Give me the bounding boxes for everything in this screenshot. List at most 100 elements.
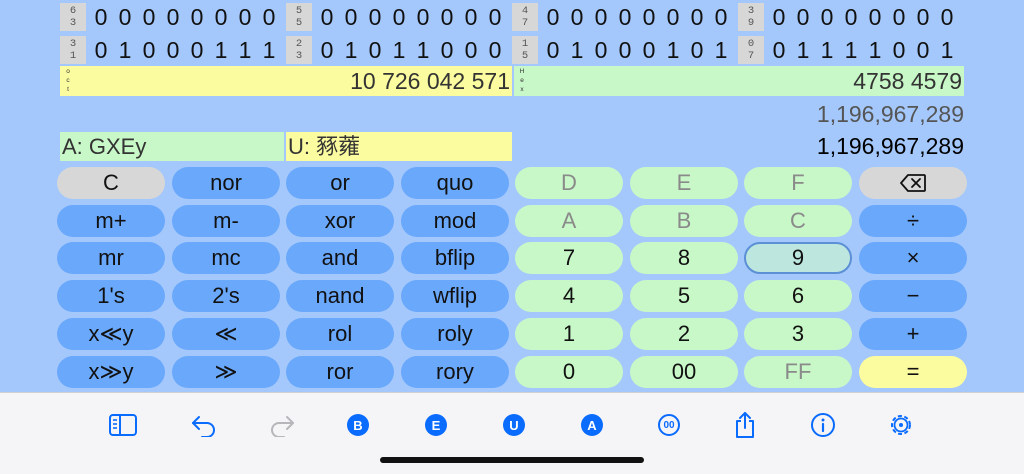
shift-right-button[interactable]: ≫ <box>172 356 280 388</box>
bit[interactable]: 1 <box>412 35 434 65</box>
bit[interactable]: 0 <box>460 2 482 32</box>
bit[interactable]: 0 <box>460 35 482 65</box>
bit[interactable]: 0 <box>768 35 790 65</box>
digit-9-button[interactable]: 9 <box>744 242 852 274</box>
hex-b-button[interactable]: B <box>630 205 738 237</box>
octal-display[interactable]: oct 10 726 042 571 <box>60 66 512 96</box>
oo-mode-button[interactable]: 00 <box>653 409 685 441</box>
bit[interactable]: 0 <box>614 35 636 65</box>
hex-d-button[interactable]: D <box>515 167 623 199</box>
digit-4-button[interactable]: 4 <box>515 280 623 312</box>
bit[interactable]: 1 <box>566 35 588 65</box>
digit-5-button[interactable]: 5 <box>630 280 738 312</box>
unsigned-button[interactable]: U <box>498 409 530 441</box>
bit[interactable]: 0 <box>840 2 862 32</box>
bit[interactable]: 0 <box>542 35 564 65</box>
shift-left-y-button[interactable]: x≪y <box>57 318 165 350</box>
equals-button[interactable]: = <box>859 356 967 388</box>
bit[interactable]: 0 <box>258 2 280 32</box>
memory-recall-button[interactable]: mr <box>57 242 165 274</box>
bit[interactable]: 0 <box>912 2 934 32</box>
bit[interactable]: 1 <box>710 35 732 65</box>
bit[interactable]: 0 <box>662 2 684 32</box>
mod-button[interactable]: mod <box>401 205 509 237</box>
bit[interactable]: 1 <box>340 35 362 65</box>
ascii-mode-button[interactable]: A <box>576 409 608 441</box>
settings-button[interactable] <box>885 409 917 441</box>
nand-button[interactable]: nand <box>286 280 394 312</box>
digit-1-button[interactable]: 1 <box>515 318 623 350</box>
bit[interactable]: 1 <box>234 35 256 65</box>
hex-display[interactable]: Hex 4758 4579 <box>514 66 964 96</box>
bit[interactable]: 0 <box>138 2 160 32</box>
shift-right-y-button[interactable]: x≫y <box>57 356 165 388</box>
hex-f-button[interactable]: F <box>744 167 852 199</box>
redo-button[interactable] <box>266 409 298 441</box>
bit[interactable]: 0 <box>638 35 660 65</box>
bit[interactable]: 0 <box>436 2 458 32</box>
digit-2-button[interactable]: 2 <box>630 318 738 350</box>
bit[interactable]: 0 <box>768 2 790 32</box>
bit[interactable]: 0 <box>792 2 814 32</box>
bit[interactable]: 1 <box>864 35 886 65</box>
bit[interactable]: 1 <box>114 35 136 65</box>
undo-button[interactable] <box>188 409 220 441</box>
bit[interactable]: 0 <box>340 2 362 32</box>
bit[interactable]: 0 <box>614 2 636 32</box>
backspace-button[interactable] <box>859 167 967 199</box>
binary-mode-button[interactable]: B <box>342 409 374 441</box>
bit[interactable]: 1 <box>258 35 280 65</box>
divide-button[interactable]: ÷ <box>859 205 967 237</box>
bit[interactable]: 0 <box>436 35 458 65</box>
bit[interactable]: 1 <box>210 35 232 65</box>
double-zero-button[interactable]: 00 <box>630 356 738 388</box>
bit[interactable]: 0 <box>686 35 708 65</box>
multiply-button[interactable]: × <box>859 242 967 274</box>
memory-clear-button[interactable]: mc <box>172 242 280 274</box>
bit[interactable]: 0 <box>364 2 386 32</box>
wflip-button[interactable]: wflip <box>401 280 509 312</box>
rotate-left-button[interactable]: rol <box>286 318 394 350</box>
bit[interactable]: 0 <box>90 35 112 65</box>
hex-e-button[interactable]: E <box>630 167 738 199</box>
bit[interactable]: 0 <box>484 35 506 65</box>
digit-0-button[interactable]: 0 <box>515 356 623 388</box>
clear-button[interactable]: C <box>57 167 165 199</box>
bit[interactable]: 0 <box>90 2 112 32</box>
memory-subtract-button[interactable]: m- <box>172 205 280 237</box>
minus-button[interactable]: − <box>859 280 967 312</box>
bit[interactable]: 0 <box>888 35 910 65</box>
and-button[interactable]: and <box>286 242 394 274</box>
ascii-display[interactable]: A: GXEy <box>60 132 284 161</box>
rotate-left-y-button[interactable]: roly <box>401 318 509 350</box>
bit[interactable]: 0 <box>590 2 612 32</box>
bit[interactable]: 0 <box>138 35 160 65</box>
bit[interactable]: 0 <box>710 2 732 32</box>
or-button[interactable]: or <box>286 167 394 199</box>
bit[interactable]: 0 <box>638 2 660 32</box>
bit[interactable]: 0 <box>816 2 838 32</box>
bit[interactable]: 0 <box>686 2 708 32</box>
digit-7-button[interactable]: 7 <box>515 242 623 274</box>
bit[interactable]: 0 <box>114 2 136 32</box>
bit[interactable]: 0 <box>364 35 386 65</box>
memory-add-button[interactable]: m+ <box>57 205 165 237</box>
bit[interactable]: 0 <box>566 2 588 32</box>
ff-button[interactable]: FF <box>744 356 852 388</box>
hex-a-button[interactable]: A <box>515 205 623 237</box>
nor-button[interactable]: nor <box>172 167 280 199</box>
bit[interactable]: 0 <box>234 2 256 32</box>
bit[interactable]: 1 <box>662 35 684 65</box>
unicode-display[interactable]: U: 豩蕹 <box>286 132 512 161</box>
digit-3-button[interactable]: 3 <box>744 318 852 350</box>
bit[interactable]: 0 <box>912 35 934 65</box>
bit[interactable]: 1 <box>388 35 410 65</box>
ones-complement-button[interactable]: 1's <box>57 280 165 312</box>
bit[interactable]: 0 <box>542 2 564 32</box>
bit[interactable]: 0 <box>316 2 338 32</box>
bit[interactable]: 1 <box>936 35 958 65</box>
bit[interactable]: 1 <box>792 35 814 65</box>
sidebar-button[interactable] <box>107 409 139 441</box>
rotate-right-y-button[interactable]: rory <box>401 356 509 388</box>
info-button[interactable] <box>807 409 839 441</box>
